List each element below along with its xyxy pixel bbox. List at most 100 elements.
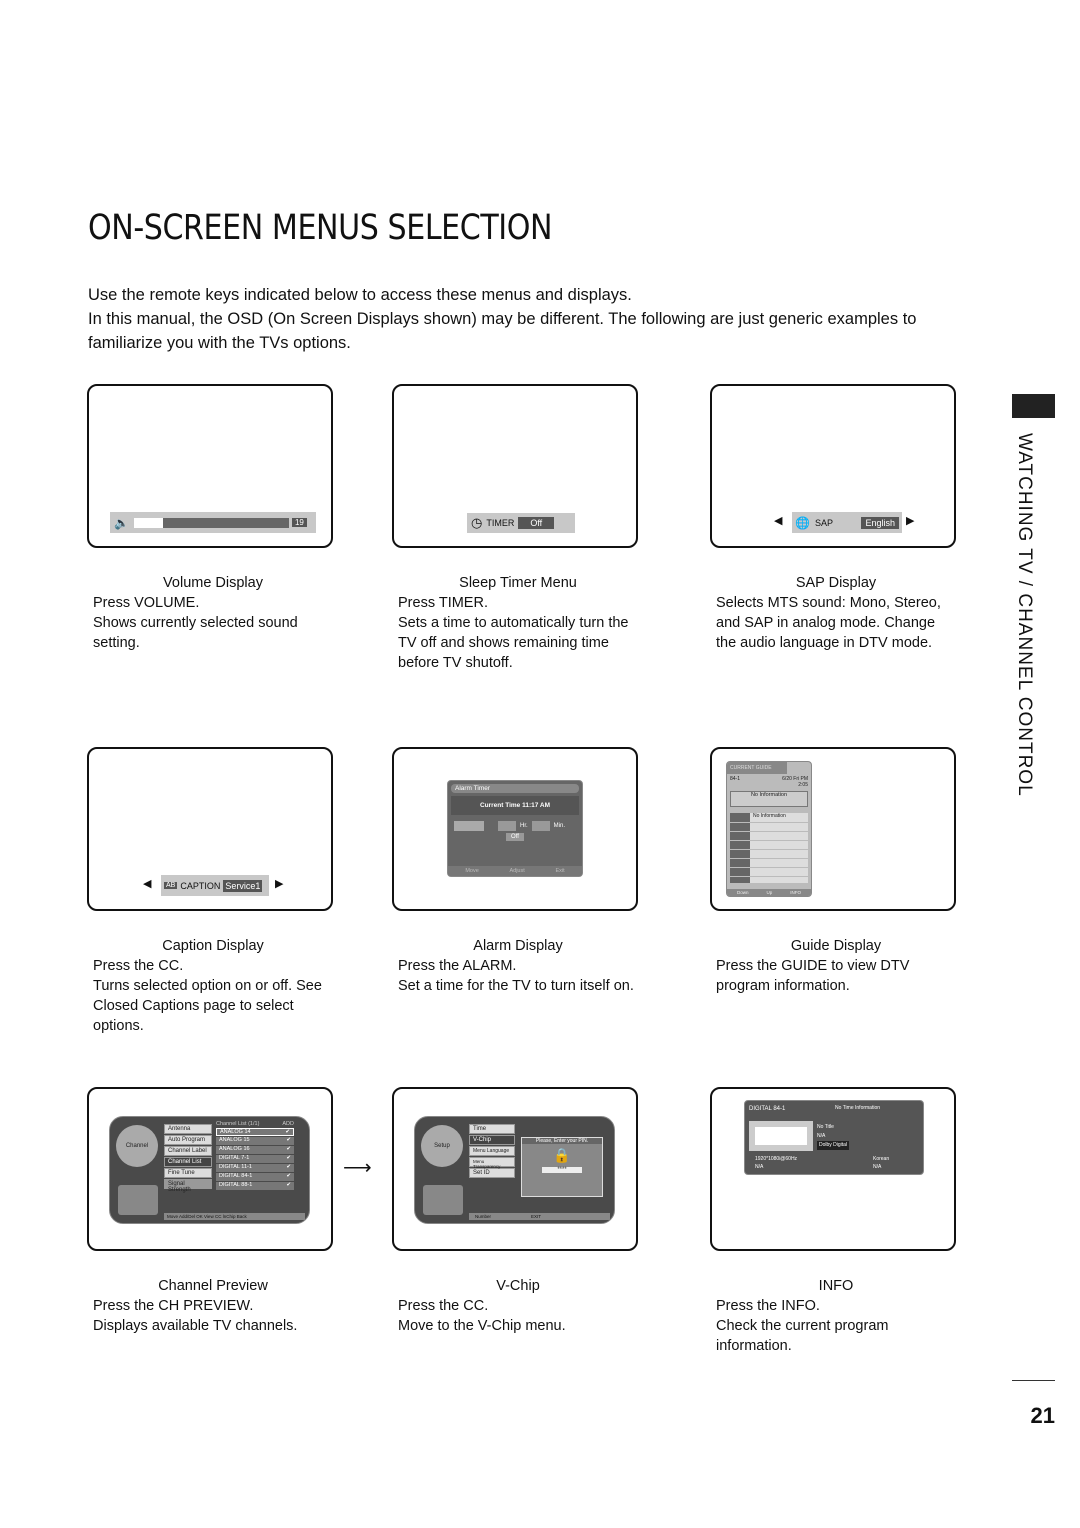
channel-wheel-icon: Channel [116, 1125, 158, 1167]
minute-field[interactable] [531, 821, 550, 831]
menu-item[interactable]: Set ID [469, 1168, 515, 1178]
move-hint: Move [465, 868, 479, 874]
panel-text: Press the INFO. [716, 1298, 820, 1314]
program-details: No Title N/A Dolby Digital [817, 1123, 850, 1150]
audio-format: Dolby Digital [817, 1141, 850, 1150]
caption-volume: Volume Display Press VOLUME. Shows current… [93, 573, 333, 653]
panel-title: Caption Display [162, 938, 264, 954]
lock-icon: 🔒 [553, 1147, 571, 1163]
channel-row[interactable]: DIGITAL 88-1 ✔ [216, 1182, 294, 1190]
guide-osd: CURRENT GUIDE 84-1 6/20 Fri PM 2:05 No In… [726, 761, 812, 897]
pin-dialog: Please, Enter your PIN. 🔒 **** [521, 1137, 603, 1197]
channel-row[interactable]: DIGITAL 7-1 ✔ [216, 1155, 294, 1163]
list-title: Channel List (1/1) [216, 1121, 260, 1127]
info-time: No Time Information [835, 1105, 881, 1111]
menu-item[interactable]: Menu Language [469, 1146, 515, 1156]
channel-name: ANALOG 14 [220, 1129, 251, 1135]
panel-title: Volume Display [163, 575, 263, 591]
menu-item[interactable]: Menu Transparency [469, 1157, 515, 1169]
clock-display [423, 1185, 463, 1215]
section-label: WATCHING TV / CHANNEL CONTROL [1014, 433, 1035, 797]
exit-hint: Exit [555, 868, 565, 874]
caption-value: Service1 [223, 879, 263, 892]
channel-row[interactable]: ANALOG 15 ✔ [216, 1137, 294, 1145]
channel-name: ANALOG 15 [219, 1137, 250, 1143]
intro: Use the remote keys indicated below to a… [88, 283, 968, 355]
menu-item[interactable]: Antenna [164, 1124, 212, 1134]
right-arrow-icon: ⟶ [343, 1157, 372, 1179]
pin-prompt: Please, Enter your PIN. [522, 1138, 602, 1144]
channel-preview-screen: Channel Antenna Auto Program Channel Lab… [87, 1087, 333, 1251]
menu-item[interactable]: Time [469, 1124, 515, 1134]
cc-info: N/A [873, 1164, 882, 1170]
channel-row[interactable]: DIGITAL 11-1 ✔ [216, 1164, 294, 1172]
guide-channel: 84-1 [730, 776, 741, 782]
right-arrow-icon: ▶ [906, 515, 915, 527]
info-screen: DIGITAL 84-1 No Time Information No Titl… [710, 1087, 956, 1251]
section-marker [1012, 394, 1055, 418]
caption-guide: Guide Display Press the GUIDE to view DTV… [716, 936, 956, 996]
channel-name: DIGITAL 7-1 [219, 1155, 250, 1161]
panel-text: Press VOLUME. [93, 595, 200, 611]
caption-alarm: Alarm Display Press the ALARM. Set a time … [398, 936, 638, 996]
clock-display [118, 1185, 158, 1215]
min-label: Min. [553, 823, 566, 829]
caption-caption: Caption Display Press the CC. Turns select… [93, 936, 333, 1036]
add-header: ADD [282, 1121, 294, 1127]
menu-item[interactable]: Fine Tune [164, 1168, 212, 1178]
panel-text: Press the ALARM. [398, 958, 517, 974]
alarm-header: Alarm Timer [451, 784, 579, 793]
channel-row[interactable]: ANALOG 14 ✔ [216, 1128, 294, 1136]
caption-vchip: V-Chip Press the CC. Move to the V-Chip me… [398, 1276, 638, 1336]
menu-item[interactable]: Channel Label [164, 1146, 212, 1156]
volume-bar: 🔈 19 [110, 512, 316, 533]
menu-item[interactable]: Auto Program [164, 1135, 212, 1145]
caption-info: N/A [755, 1164, 764, 1170]
panel-text: Move to the V-Chip menu. [398, 1318, 566, 1334]
panel-title: Sleep Timer Menu [459, 575, 577, 591]
timer-label: TIMER [486, 518, 515, 528]
menu-item[interactable]: V-Chip [469, 1135, 515, 1145]
adjust-hint: Adjust [509, 868, 525, 874]
panel-text: Press the CC. [398, 1298, 489, 1314]
left-arrow-icon: ◀ [143, 878, 152, 890]
off-button[interactable]: Off [506, 833, 524, 841]
am-pm-field[interactable] [454, 821, 484, 831]
panel-text: Press the GUIDE to view DTV program info… [716, 958, 910, 994]
panel-text: Press the CC. [93, 958, 184, 974]
guide-screen: CURRENT GUIDE 84-1 6/20 Fri PM 2:05 No In… [710, 747, 956, 911]
channel-row[interactable]: DIGITAL 84-1 ✔ [216, 1173, 294, 1181]
alarm-screen: Alarm Timer Current Time 11:17 AM Hr. Mi… [392, 747, 638, 911]
panel-title: SAP Display [795, 575, 877, 591]
panel-text: Selects MTS sound: Mono, Stereo, and SAP… [716, 595, 941, 651]
language: Korean [873, 1156, 890, 1162]
setup-wheel-icon: Setup [421, 1125, 463, 1167]
hour-field[interactable] [498, 821, 516, 831]
page-title: ON-SCREEN MENUS SELECTION [88, 208, 553, 248]
caption-label: CAPTION [180, 880, 221, 891]
panel-title: Channel Preview [158, 1278, 268, 1294]
panel-title: INFO [818, 1278, 854, 1294]
channel-name: DIGITAL 84-1 [219, 1173, 253, 1179]
pin-field[interactable]: **** [542, 1167, 582, 1173]
current-time: Current Time 11:17 AM [451, 796, 579, 815]
sap-screen: ◀ 🌐 SAP English ▶ [710, 384, 956, 548]
panel-text: Press the CH PREVIEW. [93, 1298, 254, 1314]
menu-item[interactable]: Signal Strength [164, 1179, 212, 1193]
guide-header: CURRENT GUIDE [727, 762, 787, 774]
sap-bar: 🌐 SAP English [792, 512, 902, 533]
panel-text: Check the current program information. [716, 1318, 889, 1354]
globe-icon: 🌐 [795, 515, 810, 530]
hr-label: Hr. [520, 823, 528, 829]
resolution: 1920*1080i@60Hz [755, 1156, 798, 1162]
caption-sap: SAP Display Selects MTS sound: Mono, Ster… [716, 573, 956, 653]
channel-row[interactable]: ANALOG 16 ✔ [216, 1146, 294, 1154]
channel-menu: Antenna Auto Program Channel Label Chann… [164, 1123, 212, 1193]
timer-bar: ◷ TIMER Off [467, 513, 575, 533]
divider [1012, 1380, 1055, 1381]
panel-text: Sets a time to automatically turn the TV… [398, 615, 629, 671]
program-title: No Title [817, 1124, 834, 1130]
caption-screen: ◀ AB CAPTION Service1 ▶ [87, 747, 333, 911]
menu-item[interactable]: Channel List [164, 1157, 212, 1167]
sap-value: English [861, 516, 899, 529]
